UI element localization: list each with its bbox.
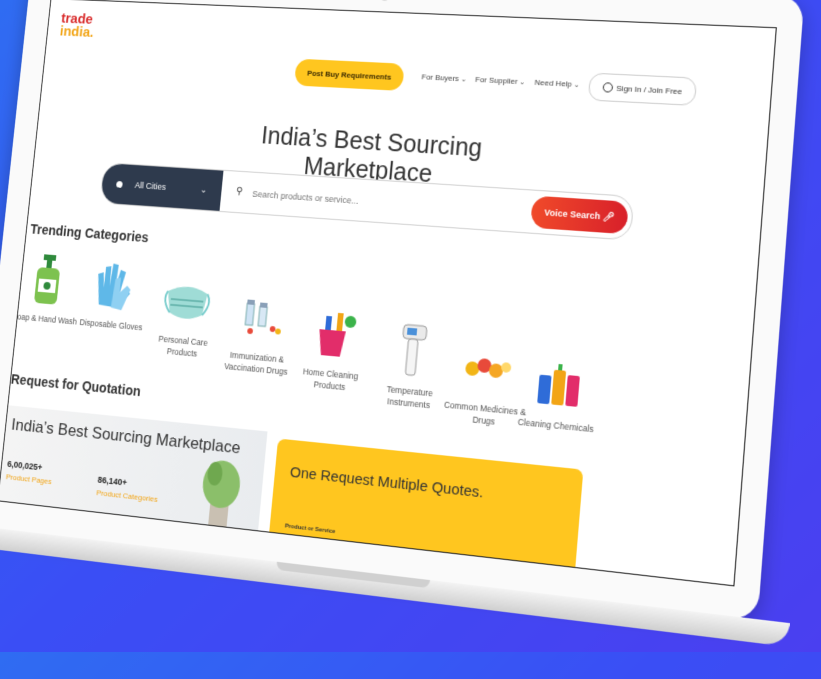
product-or-service-label: Product or Service (284, 523, 336, 536)
city-selector[interactable]: All Cities ⌄ (100, 163, 224, 211)
request-quote-title: One Request Multiple Quotes. (289, 463, 485, 502)
laptop-lid: trade india. Post Buy Requirements For B… (0, 0, 805, 622)
request-for-quotation-title: Request for Quotation (10, 371, 142, 400)
thermometer-gun-icon (382, 317, 445, 382)
webcam-icon (381, 0, 389, 2)
tradeindia-logo[interactable]: trade india. (59, 11, 95, 41)
product-categories-count: 86,140+ (97, 474, 128, 488)
sign-in-button[interactable]: Sign In / Join Free (587, 72, 698, 106)
vaccine-vials-icon (230, 285, 291, 348)
location-pin-icon (116, 180, 123, 188)
post-buy-requirements-button[interactable]: Post Buy Requirements (294, 58, 405, 91)
chemical-bottles-icon (527, 349, 592, 416)
laptop-mockup: trade india. Post Buy Requirements For B… (0, 0, 821, 678)
product-pages-count: 6,00,025+ (6, 458, 43, 473)
chevron-down-icon: ⌄ (460, 76, 467, 84)
category-home-cleaning-products[interactable]: Home Cleaning Products (287, 299, 380, 395)
request-quote-card: One Request Multiple Quotes. Product or … (267, 438, 584, 584)
face-mask-icon (157, 269, 217, 331)
search-input[interactable] (249, 184, 501, 221)
gloves-icon (86, 254, 145, 315)
product-pages-label: Product Pages (5, 472, 53, 487)
chevron-down-icon: ⌄ (199, 184, 208, 195)
product-categories-label: Product Categories (95, 488, 159, 504)
chevron-down-icon: ⌄ (573, 81, 580, 90)
plant-image (200, 458, 243, 531)
cleaning-bucket-icon (303, 301, 365, 365)
search-icon: ⚲ (235, 186, 244, 198)
category-cleaning-chemicals[interactable]: Cleaning Chemicals (510, 348, 607, 436)
chevron-down-icon: ⌄ (519, 79, 526, 87)
nav-for-buyers[interactable]: For Buyers⌄ (421, 72, 467, 83)
voice-search-button[interactable]: Voice Search 🎤︎ (530, 195, 629, 235)
nav-need-help[interactable]: Need Help⌄ (534, 78, 580, 89)
nav-for-supplier[interactable]: For Supplier⌄ (475, 75, 526, 86)
browser-screen: trade india. Post Buy Requirements For B… (0, 0, 777, 587)
microphone-icon: 🎤︎ (602, 210, 615, 222)
user-icon (601, 82, 613, 93)
hand-wash-bottle-icon (20, 249, 78, 310)
medicine-pills-icon (456, 333, 520, 399)
trending-categories-title: Trending Categories (29, 221, 150, 246)
marketplace-banner: India’s Best Sourcing Marketplace 6,00,0… (0, 405, 268, 541)
